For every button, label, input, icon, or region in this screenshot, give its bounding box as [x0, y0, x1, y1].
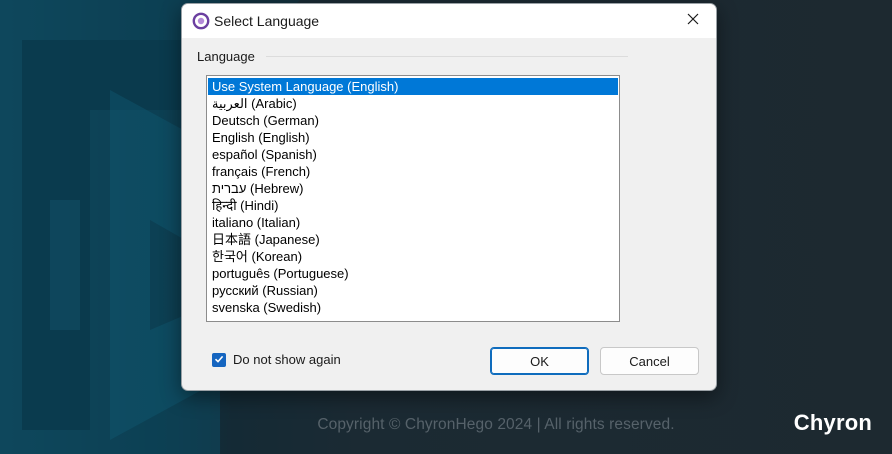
list-item[interactable]: हिन्दी (Hindi) — [208, 197, 618, 214]
list-item[interactable]: русский (Russian) — [208, 282, 618, 299]
ok-button[interactable]: OK — [490, 347, 589, 375]
list-item[interactable]: עברית (Hebrew) — [208, 180, 618, 197]
cancel-button[interactable]: Cancel — [600, 347, 699, 375]
list-item[interactable]: Deutsch (German) — [208, 112, 618, 129]
title-bar[interactable]: Select Language — [182, 4, 716, 38]
language-group-label: Language — [197, 49, 255, 64]
close-icon — [687, 12, 699, 30]
select-language-dialog: Select Language Language Use System Lang… — [181, 3, 717, 391]
checkmark-icon — [214, 351, 224, 369]
list-item[interactable]: português (Portuguese) — [208, 265, 618, 282]
do-not-show-again-checkbox[interactable] — [212, 351, 226, 369]
list-item[interactable]: italiano (Italian) — [208, 214, 618, 231]
list-item[interactable]: français (French) — [208, 163, 618, 180]
list-item[interactable]: Use System Language (English) — [208, 78, 618, 95]
list-item[interactable]: العربية (Arabic) — [208, 95, 618, 112]
group-divider — [266, 56, 628, 57]
list-item[interactable]: español (Spanish) — [208, 146, 618, 163]
list-item[interactable]: English (English) — [208, 129, 618, 146]
brand-logo: Chyron — [793, 410, 872, 435]
do-not-show-again-label[interactable]: Do not show again — [233, 352, 341, 367]
list-item[interactable]: 日本語 (Japanese) — [208, 231, 618, 248]
language-listbox[interactable]: Use System Language (English) العربية (A… — [206, 75, 620, 322]
list-item[interactable]: svenska (Swedish) — [208, 299, 618, 316]
app-logo-icon — [192, 12, 210, 30]
dialog-title: Select Language — [214, 13, 320, 29]
close-button[interactable] — [670, 4, 716, 38]
list-item[interactable]: 한국어 (Korean) — [208, 248, 618, 265]
do-not-show-again-row[interactable]: Do not show again — [212, 352, 341, 367]
copyright-text: Copyright © ChyronHego 2024 | All rights… — [317, 416, 675, 433]
